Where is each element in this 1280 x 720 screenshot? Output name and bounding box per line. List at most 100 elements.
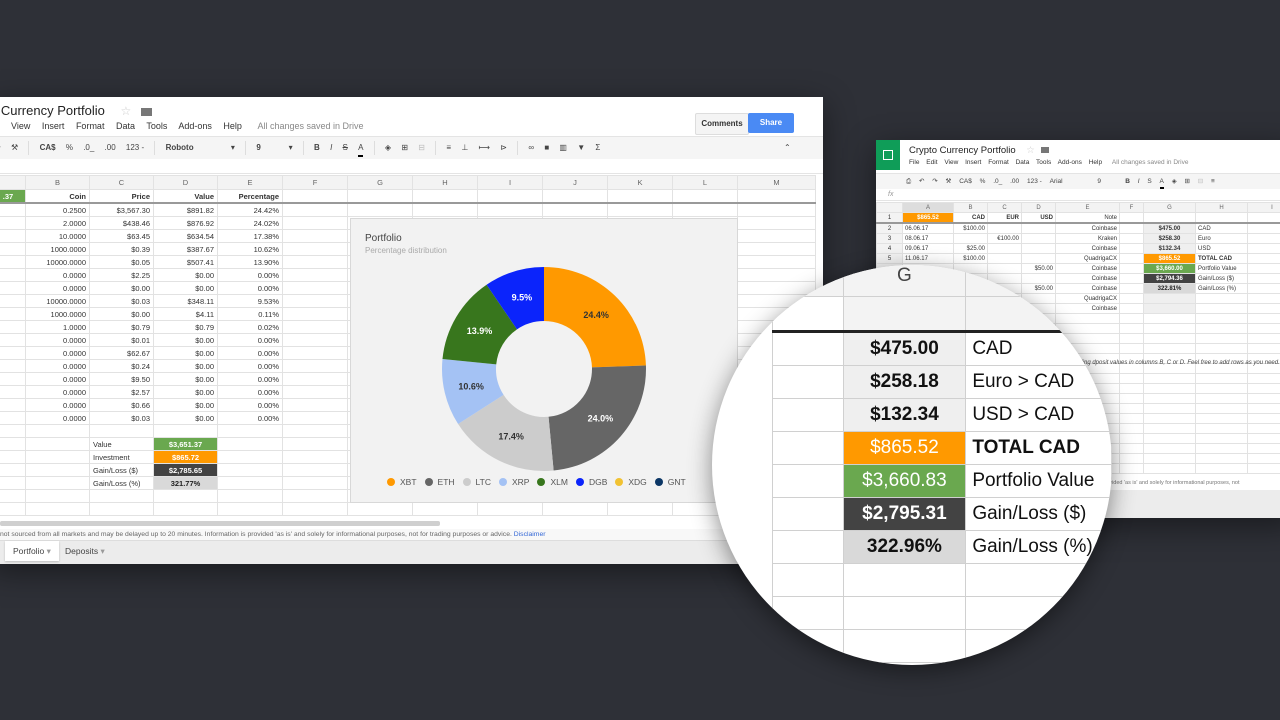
- price-cell[interactable]: $0.00: [89, 281, 154, 295]
- cell[interactable]: [1143, 313, 1196, 324]
- summary-value[interactable]: $865.72: [153, 450, 218, 464]
- magnified-value[interactable]: $475.00: [842, 331, 967, 366]
- value-cell[interactable]: $0.00: [153, 411, 218, 425]
- coin-cell[interactable]: 0.2500: [25, 202, 90, 217]
- coin-cell[interactable]: 0.0000: [25, 385, 90, 399]
- date-cell[interactable]: 11.06.17: [902, 253, 954, 264]
- cell[interactable]: [965, 629, 1112, 663]
- cell[interactable]: [0, 307, 26, 321]
- cell[interactable]: [282, 424, 348, 438]
- cell[interactable]: [0, 333, 26, 347]
- cell[interactable]: [412, 202, 478, 217]
- cell[interactable]: [1247, 383, 1280, 394]
- cell[interactable]: [1247, 343, 1280, 354]
- cell[interactable]: [0, 346, 26, 360]
- star-icon[interactable]: ☆: [1026, 145, 1035, 156]
- percentage-cell[interactable]: 10.62%: [217, 242, 283, 256]
- magnified-value[interactable]: 322.96%: [842, 530, 967, 564]
- cell[interactable]: [0, 372, 26, 386]
- column-header[interactable]: H: [412, 175, 478, 190]
- column-header[interactable]: E: [217, 175, 283, 190]
- magnified-label[interactable]: Euro > CAD: [965, 365, 1112, 399]
- portfolio-donut-chart[interactable]: Portfolio Percentage distribution 24.4% 2…: [350, 218, 738, 503]
- percentage-cell[interactable]: 0.00%: [217, 281, 283, 295]
- cell-a1-total[interactable]: $865.52: [902, 212, 954, 224]
- eur-cell[interactable]: [987, 222, 1022, 234]
- functions-icon[interactable]: Σ: [595, 137, 600, 159]
- cell[interactable]: [607, 189, 673, 204]
- decrease-decimal-button[interactable]: .0_: [83, 137, 94, 159]
- percentage-cell[interactable]: 0.00%: [217, 333, 283, 347]
- date-cell[interactable]: 08.06.17: [902, 233, 954, 244]
- cell[interactable]: [217, 489, 283, 503]
- cell[interactable]: [0, 450, 26, 464]
- cell[interactable]: [1247, 222, 1280, 234]
- increase-decimal-button[interactable]: .00: [1010, 174, 1019, 189]
- redo-icon[interactable]: ↷: [0, 137, 1, 159]
- cell[interactable]: [282, 359, 348, 373]
- formula-bar[interactable]: fx: [876, 189, 1280, 201]
- cad-cell[interactable]: $100.00: [953, 253, 988, 264]
- cell[interactable]: [477, 202, 543, 217]
- summary-value[interactable]: 322.81%: [1143, 283, 1196, 294]
- cell[interactable]: [772, 398, 844, 432]
- cell[interactable]: [772, 296, 844, 333]
- legend-item-eth[interactable]: ETH: [424, 477, 455, 487]
- menu-file[interactable]: File: [909, 159, 919, 166]
- percentage-cell[interactable]: 0.11%: [217, 307, 283, 321]
- cell[interactable]: [282, 450, 348, 464]
- cell[interactable]: [737, 202, 816, 217]
- usd-cell[interactable]: [1021, 222, 1056, 234]
- cell[interactable]: [282, 489, 348, 503]
- value-cell[interactable]: $634.54: [153, 229, 218, 243]
- cell[interactable]: [217, 502, 283, 516]
- legend-item-ltc[interactable]: LTC: [462, 477, 491, 487]
- cell[interactable]: [477, 189, 543, 204]
- cell[interactable]: [842, 296, 967, 333]
- column-header-h[interactable]: [965, 265, 1112, 297]
- summary-value[interactable]: $3,651.37: [153, 437, 218, 451]
- value-cell[interactable]: $507.41: [153, 255, 218, 269]
- summary-label[interactable]: [1195, 303, 1248, 314]
- cell[interactable]: [1143, 343, 1196, 354]
- cell[interactable]: [0, 411, 26, 425]
- header-price[interactable]: Price: [89, 189, 154, 204]
- cell[interactable]: [1143, 443, 1196, 454]
- font-select[interactable]: Roboto: [166, 137, 221, 159]
- cell[interactable]: [737, 229, 816, 243]
- cell[interactable]: [0, 398, 26, 412]
- cell[interactable]: [1143, 463, 1196, 474]
- borders-icon[interactable]: ⊞: [1185, 174, 1190, 189]
- date-cell[interactable]: 06.06.17: [902, 222, 954, 234]
- cell[interactable]: [282, 463, 348, 477]
- menu-insert[interactable]: Insert: [42, 121, 65, 131]
- cell[interactable]: [217, 476, 283, 490]
- cell[interactable]: [1195, 413, 1248, 424]
- header-note[interactable]: Note: [1055, 212, 1120, 224]
- percentage-cell[interactable]: 0.00%: [217, 372, 283, 386]
- cell[interactable]: [772, 464, 844, 498]
- menu-data[interactable]: Data: [1016, 159, 1030, 166]
- coin-cell[interactable]: 10000.0000: [25, 294, 90, 308]
- value-cell[interactable]: $0.00: [153, 359, 218, 373]
- cell[interactable]: [477, 502, 543, 516]
- more-formats-button[interactable]: 123 -: [1027, 174, 1042, 189]
- cell[interactable]: [282, 189, 348, 204]
- magnified-value[interactable]: $3,660.83: [842, 464, 967, 498]
- cell[interactable]: [1119, 273, 1144, 284]
- chevron-down-icon[interactable]: ▾: [231, 137, 235, 159]
- cell[interactable]: [217, 424, 283, 438]
- column-header[interactable]: C: [987, 202, 1022, 213]
- cell[interactable]: [772, 530, 844, 564]
- cell[interactable]: [0, 463, 26, 477]
- cell[interactable]: [1143, 323, 1196, 334]
- summary-label[interactable]: Euro: [1195, 233, 1248, 244]
- summary-value[interactable]: $132.34: [1143, 243, 1196, 254]
- cell[interactable]: [1119, 323, 1144, 334]
- cell[interactable]: [1119, 303, 1144, 314]
- header-value[interactable]: Value: [153, 189, 218, 204]
- price-cell[interactable]: $0.79: [89, 320, 154, 334]
- cell[interactable]: [1119, 263, 1144, 274]
- fill-color-icon[interactable]: ◈: [1172, 174, 1177, 189]
- usd-cell[interactable]: [1021, 233, 1056, 244]
